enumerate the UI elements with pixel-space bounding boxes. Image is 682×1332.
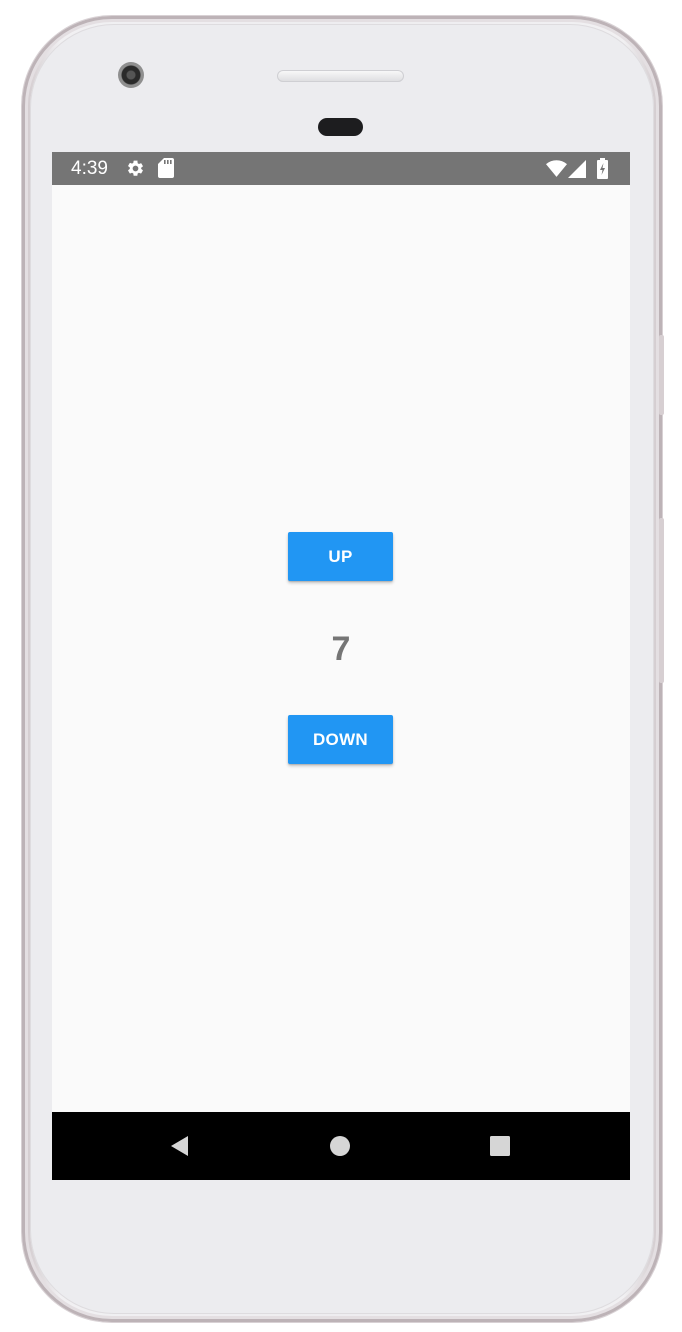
front-camera bbox=[118, 62, 144, 88]
navigation-bar bbox=[52, 1112, 630, 1180]
back-icon[interactable] bbox=[166, 1132, 194, 1160]
earpiece-speaker bbox=[277, 70, 404, 82]
recents-icon[interactable] bbox=[486, 1132, 514, 1160]
home-icon[interactable] bbox=[326, 1132, 354, 1160]
phone-screen: 4:39 UP 7 DOWN bbox=[52, 152, 630, 1180]
gear-icon bbox=[128, 160, 143, 176]
volume-button bbox=[659, 518, 664, 683]
proximity-sensor bbox=[318, 118, 363, 136]
status-bar: 4:39 bbox=[52, 152, 630, 185]
battery-charging-icon bbox=[597, 158, 608, 179]
status-time: 4:39 bbox=[71, 158, 108, 179]
app-content: UP 7 DOWN bbox=[52, 185, 630, 1112]
down-button[interactable]: DOWN bbox=[288, 715, 393, 764]
power-button bbox=[659, 335, 664, 415]
up-button[interactable]: UP bbox=[288, 532, 393, 581]
signal-icon bbox=[568, 160, 586, 178]
counter-value: 7 bbox=[331, 630, 351, 668]
wifi-icon bbox=[546, 160, 567, 177]
sd-card-icon bbox=[158, 158, 174, 178]
